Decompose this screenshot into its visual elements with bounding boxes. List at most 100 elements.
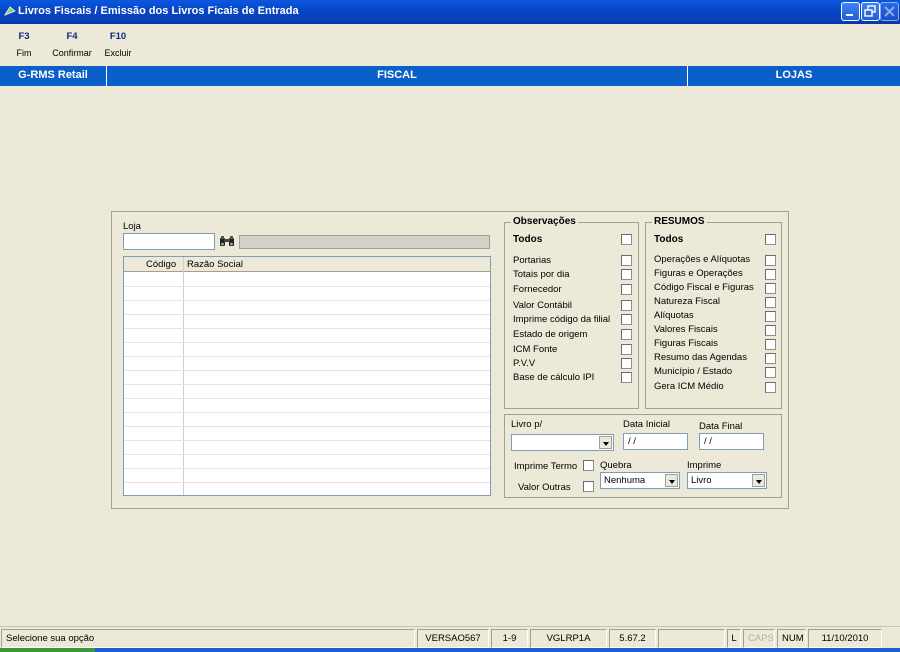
observacao-checkbox[interactable] [621,300,632,311]
data-final-input[interactable]: / / [699,433,764,450]
resumo-label: Código Fiscal e Figuras [654,282,754,293]
resumo-checkbox[interactable] [765,382,776,393]
app-icon [4,6,16,16]
resumo-label: Natureza Fiscal [654,296,720,307]
table-header: Código Razão Social [124,257,490,272]
resumo-checkbox[interactable] [765,311,776,322]
resumo-label: Valores Fiscais [654,324,718,335]
status-caps: CAPS [743,629,775,648]
observacoes-title: Observações [511,216,578,227]
loja-code-input[interactable] [123,233,215,250]
observacao-checkbox[interactable] [621,372,632,383]
imprime-select[interactable]: Livro [687,472,767,489]
resumo-checkbox[interactable] [765,339,776,350]
imprime-label: Imprime [687,460,722,471]
taskbar-edge [0,648,900,652]
imprime-value: Livro [691,475,712,486]
resumo-checkbox[interactable] [765,297,776,308]
resumo-checkbox[interactable] [765,353,776,364]
table-row-line [124,286,490,287]
table-row-line [124,398,490,399]
chevron-down-icon[interactable] [599,436,612,449]
toolbar-fim-button[interactable]: F3 Fim [12,31,36,59]
status-build: 5.67.2 [609,629,656,648]
observacao-checkbox[interactable] [621,329,632,340]
column-header-codigo[interactable]: Código [146,259,176,270]
observacao-label: Imprime código da filial [513,314,611,325]
resumo-label: Figuras e Operações [654,268,743,279]
observacao-label: ICM Fonte [513,344,558,355]
observacao-checkbox[interactable] [621,284,632,295]
toolbar-excluir-button[interactable]: F10 Excluir [98,31,138,59]
table-row-line [124,328,490,329]
table-row-line [124,440,490,441]
observacao-label: Base de cálculo IPI [513,372,595,383]
data-final-label: Data Final [699,421,743,432]
data-inicial-input[interactable]: / / [623,433,688,450]
table-row-line [124,412,490,413]
resumo-checkbox[interactable] [765,269,776,280]
observacao-checkbox[interactable] [621,269,632,280]
table-row-line [124,370,490,371]
quebra-label: Quebra [600,460,632,471]
lojas-table[interactable]: Código Razão Social [123,256,491,496]
table-row-line [124,356,490,357]
loja-label: Loja [123,221,141,232]
quebra-value: Nenhuma [604,475,646,486]
livro-label: Livro p/ [511,419,543,430]
imprime-termo-label: Imprime Termo [514,461,578,472]
restore-button[interactable] [861,2,880,21]
minimize-icon [846,14,853,16]
quebra-select[interactable]: Nenhuma [600,472,680,489]
resumo-label: Alíquotas [654,310,694,321]
observacao-checkbox[interactable] [621,358,632,369]
column-divider [183,257,184,495]
table-row-line [124,468,490,469]
observacao-label: Totais por dia [513,269,570,280]
resumos-title: RESUMOS [652,216,707,227]
close-button[interactable] [880,2,899,21]
minimize-button[interactable] [841,2,860,21]
livro-select[interactable] [511,434,614,451]
resumo-checkbox[interactable] [765,367,776,378]
app-name: G-RMS Retail [18,69,88,81]
area-name: LOJAS [775,69,813,81]
observacao-checkbox[interactable] [621,314,632,325]
observacao-label: P.V.V [513,358,536,369]
resumo-checkbox[interactable] [765,283,776,294]
observacoes-todos-label: Todos [513,234,543,245]
chevron-down-icon[interactable] [752,474,765,487]
status-program: VGLRP1A [530,629,607,648]
column-header-razao-social[interactable]: Razão Social [187,259,243,270]
data-inicial-label: Data Inicial [623,419,670,430]
table-row-line [124,300,490,301]
resumos-todos-label: Todos [654,234,684,245]
observacao-checkbox[interactable] [621,255,632,266]
search-button[interactable] [217,233,237,250]
status-date: 11/10/2010 [808,629,882,648]
table-row-line [124,454,490,455]
window-title: Livros Fiscais / Emissão dos Livros Fica… [18,5,299,17]
chevron-down-icon[interactable] [665,474,678,487]
status-num: NUM [777,629,806,648]
valor-outras-checkbox[interactable] [583,481,594,492]
status-version: VERSAO567 [417,629,489,648]
observacao-label: Fornecedor [513,284,562,295]
fkey-caption: Excluir [104,48,132,58]
title-bar: Livros Fiscais / Emissão dos Livros Fica… [0,0,900,24]
loja-name-display [239,235,490,249]
toolbar-confirmar-button[interactable]: F4 Confirmar [50,31,94,59]
resumo-checkbox[interactable] [765,325,776,336]
status-page: 1-9 [491,629,528,648]
module-header: G-RMS Retail FISCAL LOJAS [0,66,900,86]
status-message: Selecione sua opção [1,629,415,648]
table-row-line [124,426,490,427]
resumo-checkbox[interactable] [765,255,776,266]
observacao-checkbox[interactable] [621,344,632,355]
resumo-label: Gera ICM Médio [654,381,724,392]
observacoes-todos-checkbox[interactable] [621,234,632,245]
resumos-todos-checkbox[interactable] [765,234,776,245]
fkey-label: F10 [109,31,127,42]
imprime-termo-checkbox[interactable] [583,460,594,471]
resumo-label: Figuras Fiscais [654,338,718,349]
